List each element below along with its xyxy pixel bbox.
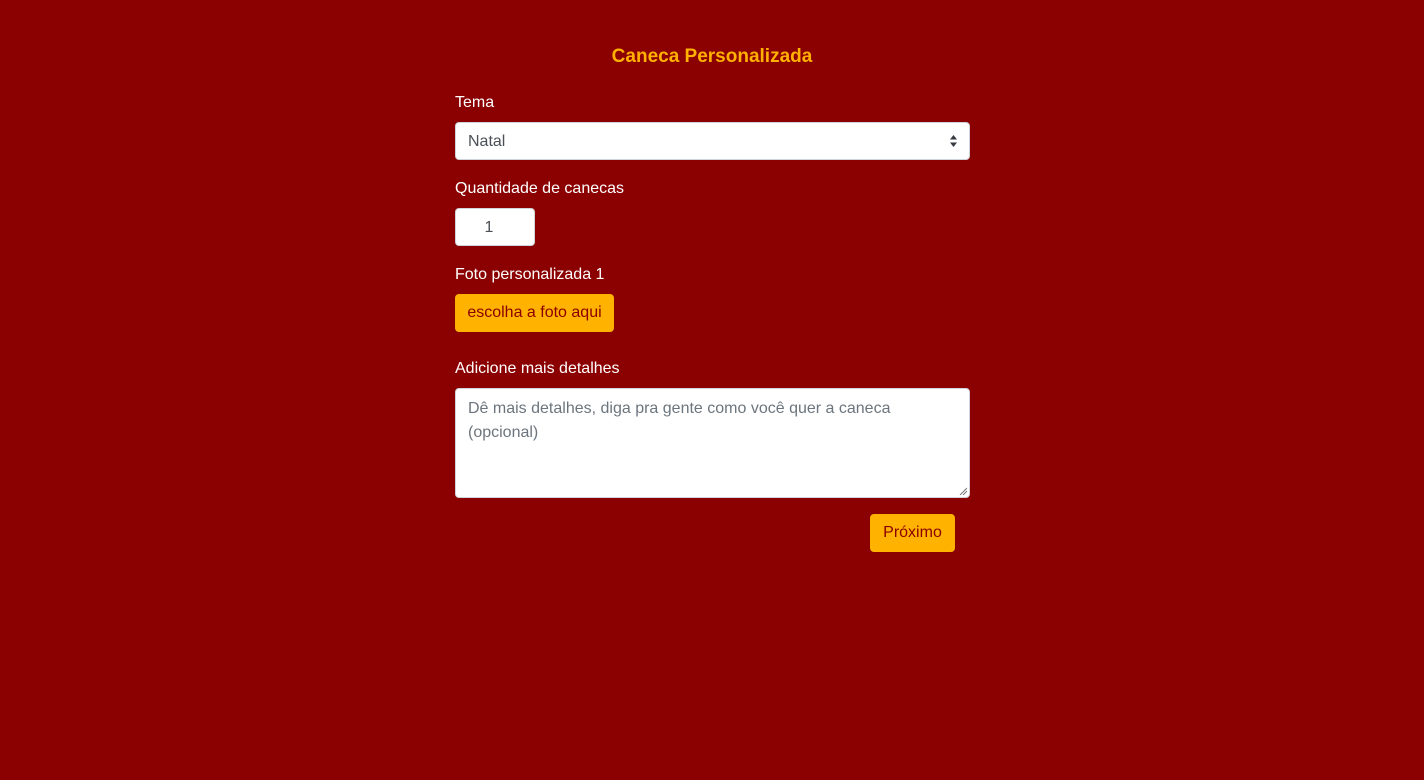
theme-label: Tema — [455, 94, 495, 111]
select-arrows-icon — [950, 135, 957, 147]
next-button[interactable]: Próximo — [870, 514, 955, 552]
quantity-label: Quantidade de canecas — [455, 180, 625, 197]
resize-grip-icon[interactable] — [959, 487, 967, 495]
photo-label: Foto personalizada 1 — [455, 266, 605, 283]
details-placeholder: Dê mais detalhes, diga pra gente como vo… — [468, 400, 891, 441]
quantity-value: 1 — [484, 219, 494, 236]
details-label: Adicione mais detalhes — [455, 360, 620, 377]
quantity-input[interactable]: 1 — [455, 208, 535, 246]
theme-select-value: Natal — [468, 133, 506, 150]
page-title: Caneca Personalizada — [611, 46, 813, 67]
choose-photo-button[interactable]: escolha a foto aqui — [455, 294, 614, 332]
theme-select[interactable]: Natal — [455, 122, 970, 160]
details-textarea[interactable]: Dê mais detalhes, diga pra gente como vo… — [455, 388, 970, 498]
